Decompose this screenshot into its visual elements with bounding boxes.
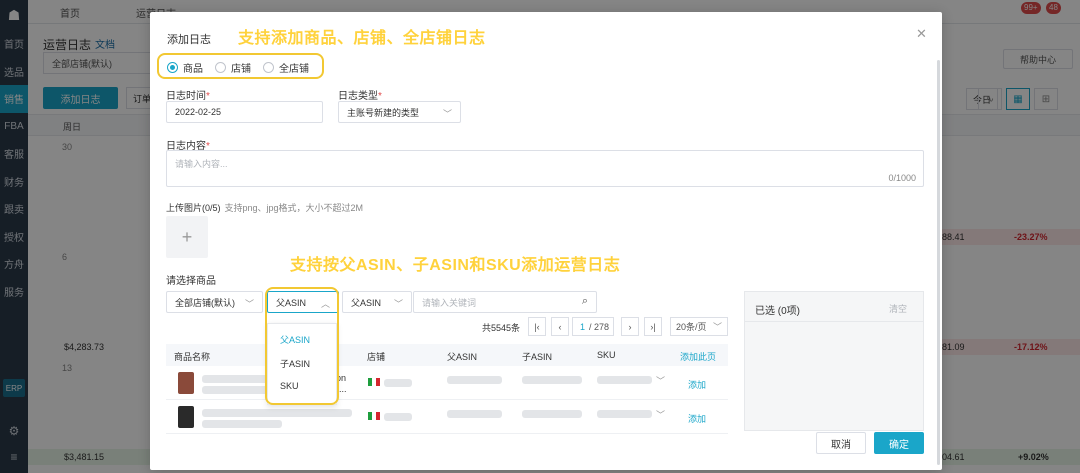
col-parent-asin: 父ASIN	[447, 352, 478, 362]
blurred-store	[384, 379, 412, 387]
add-row-link[interactable]: 添加	[688, 412, 706, 425]
page-size-select[interactable]: 20条/页 ﹀	[670, 317, 728, 336]
annotation-box-radio	[157, 53, 324, 79]
filter-store-value: 全部店铺(默认)	[175, 297, 235, 308]
content-placeholder: 请输入内容...	[175, 159, 228, 169]
table-row: ﹀ 添加	[166, 401, 728, 434]
content-textarea[interactable]: 请输入内容... 0/1000	[166, 150, 924, 187]
col-sku: SKU	[597, 350, 616, 360]
date-input[interactable]: 2022-02-25	[166, 101, 323, 123]
blurred-product-name	[202, 409, 352, 417]
annotation-top: 支持添加商品、店铺、全店铺日志	[238, 30, 486, 47]
selected-items-panel: 已选 (0项) 清空	[744, 291, 924, 431]
blurred-store	[384, 413, 412, 421]
selected-panel-header: 已选 (0项) 清空	[745, 292, 923, 322]
italy-flag-icon	[368, 378, 380, 386]
blurred-parent-asin	[447, 376, 502, 384]
annotation-box-dropdown	[265, 287, 339, 405]
type-label: 日志类型*	[338, 91, 382, 102]
blurred-parent-asin	[447, 410, 502, 418]
blurred-child-asin	[522, 410, 582, 418]
confirm-button[interactable]: 确定	[874, 432, 924, 454]
current-page: 1	[580, 321, 586, 332]
close-icon[interactable]: ✕	[916, 26, 927, 42]
italy-flag-icon	[368, 412, 380, 420]
upload-plus-icon[interactable]: +	[166, 216, 208, 258]
chevron-down-icon[interactable]: ﹀	[656, 408, 665, 421]
selected-count: 已选 (0项)	[755, 306, 800, 317]
filter-store-select[interactable]: 全部店铺(默认) ﹀	[166, 291, 263, 313]
keyword-search-input[interactable]: 请输入关键词 ⌕	[413, 291, 597, 313]
goods-table-header: 商品名称 店铺 父ASIN 子ASIN SKU 添加此页	[166, 344, 728, 366]
blurred-sku	[597, 376, 652, 384]
page-number-input[interactable]: 1/ 278	[572, 317, 614, 336]
char-count: 0/1000	[888, 173, 916, 183]
product-thumbnail	[178, 406, 194, 428]
first-page-icon[interactable]: |‹	[528, 317, 546, 336]
add-this-page-link[interactable]: 添加此页	[680, 350, 716, 363]
blurred-sku	[597, 410, 652, 418]
prev-page-icon[interactable]: ‹	[551, 317, 569, 336]
chevron-down-icon: ﹀	[393, 299, 403, 309]
product-thumbnail	[178, 372, 194, 394]
annotation-middle: 支持按父ASIN、子ASIN和SKU添加运营日志	[290, 257, 621, 274]
asin-type-value: 父ASIN	[351, 297, 382, 308]
chevron-down-icon: ﹀	[244, 299, 254, 309]
search-icon[interactable]: ⌕	[582, 295, 588, 308]
select-goods-label: 请选择商品	[166, 276, 216, 287]
product-name-fragment: ...	[339, 384, 347, 394]
dialog-scrollbar[interactable]	[937, 60, 940, 465]
col-store: 店铺	[367, 352, 386, 362]
type-select-value: 主账号新建的类型	[347, 107, 420, 118]
last-page-icon[interactable]: ›|	[644, 317, 662, 336]
date-label: 日志时间*	[166, 91, 210, 102]
table-row: on ... ﹀ 添加	[166, 367, 728, 400]
asin-type-select-2[interactable]: 父ASIN ﹀	[342, 291, 412, 313]
pagination-total: 共5545条	[482, 323, 521, 333]
col-child-asin: 子ASIN	[522, 352, 553, 362]
cancel-button[interactable]: 取消	[816, 432, 866, 454]
col-goods-name: 商品名称	[174, 352, 211, 362]
clear-selection-link[interactable]: 清空	[889, 302, 907, 315]
page-size-value: 20条/页	[676, 322, 707, 332]
upload-label: 上传图片(0/5) 支持png、jpg格式，大小不超过2M	[166, 203, 364, 213]
chevron-down-icon: ﹀	[712, 322, 722, 332]
next-page-icon[interactable]: ›	[621, 317, 639, 336]
chevron-down-icon[interactable]: ﹀	[656, 374, 665, 387]
upload-hint: 支持png、jpg格式，大小不超过2M	[224, 203, 364, 213]
type-select[interactable]: 主账号新建的类型 ﹀	[338, 101, 461, 123]
blurred-child-asin	[522, 376, 582, 384]
blurred-product-name	[202, 420, 282, 428]
search-placeholder: 请输入关键词	[422, 297, 477, 308]
total-pages: / 278	[589, 321, 610, 332]
chevron-down-icon: ﹀	[442, 109, 452, 119]
add-row-link[interactable]: 添加	[688, 378, 706, 391]
dialog-title: 添加日志	[167, 34, 211, 46]
